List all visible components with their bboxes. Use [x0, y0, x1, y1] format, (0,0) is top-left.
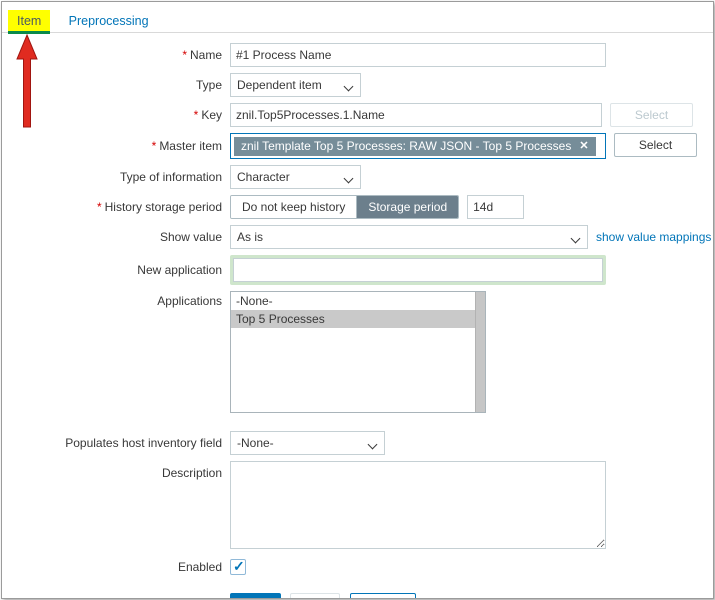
type-label: Type: [2, 73, 230, 97]
item-configuration-page: Item Preprocessing *Name Type Dependent …: [1, 1, 714, 599]
row-show-value: Show value As is show value mappings: [2, 225, 713, 249]
do-not-keep-history-option[interactable]: Do not keep history: [231, 196, 357, 218]
listbox-scrollbar[interactable]: [475, 292, 485, 412]
master-item-chip: znil Template Top 5 Processes: RAW JSON …: [234, 137, 596, 156]
type-of-information-select[interactable]: Character: [230, 165, 361, 189]
chevron-down-icon: [369, 441, 377, 449]
history-storage-period-label: *History storage period: [2, 195, 230, 219]
chevron-down-icon: [345, 175, 353, 183]
enabled-label: Enabled: [2, 555, 230, 579]
row-type-of-information: Type of information Character: [2, 165, 713, 189]
required-asterisk: *: [182, 48, 187, 62]
required-asterisk: *: [152, 139, 157, 153]
show-value-select[interactable]: As is: [230, 225, 588, 249]
enabled-checkbox[interactable]: [230, 559, 246, 575]
row-history-storage-period: *History storage period Do not keep hist…: [2, 195, 713, 219]
inventory-value: -None-: [237, 436, 274, 450]
show-value-mappings-link[interactable]: show value mappings: [596, 225, 711, 249]
key-label: *Key: [2, 103, 230, 127]
tab-bar: Item Preprocessing: [2, 2, 713, 33]
row-inventory: Populates host inventory field -None-: [2, 431, 713, 455]
row-enabled: Enabled: [2, 555, 713, 579]
tab-preprocessing[interactable]: Preprocessing: [60, 10, 158, 31]
required-asterisk: *: [97, 200, 102, 214]
key-select-button: Select: [610, 103, 693, 127]
row-applications: Applications -None- Top 5 Processes: [2, 291, 713, 413]
test-button: Test: [290, 593, 340, 599]
type-select[interactable]: Dependent item: [230, 73, 361, 97]
new-application-highlight: [230, 255, 606, 285]
inventory-label: Populates host inventory field: [2, 431, 230, 455]
key-input[interactable]: [230, 103, 602, 127]
master-item-label: *Master item: [2, 133, 230, 159]
item-form: *Name Type Dependent item *Key Select: [2, 33, 713, 599]
type-of-information-label: Type of information: [2, 165, 230, 189]
show-value-value: As is: [237, 230, 263, 244]
type-select-value: Dependent item: [237, 78, 322, 92]
description-label: Description: [2, 461, 230, 485]
new-application-label: New application: [2, 255, 230, 285]
row-description: Description: [2, 461, 713, 549]
history-period-input[interactable]: [467, 195, 524, 219]
applications-label: Applications: [2, 291, 230, 309]
show-value-label: Show value: [2, 225, 230, 249]
row-name: *Name: [2, 43, 713, 67]
row-master-item: *Master item znil Template Top 5 Process…: [2, 133, 713, 159]
tab-item[interactable]: Item: [8, 10, 50, 34]
row-key: *Key Select: [2, 103, 713, 127]
master-item-chip-label: znil Template Top 5 Processes: RAW JSON …: [241, 139, 571, 153]
description-textarea[interactable]: [230, 461, 606, 549]
chevron-down-icon: [572, 235, 580, 243]
remove-chip-icon[interactable]: ✕: [579, 139, 588, 152]
row-new-application: New application: [2, 255, 713, 285]
type-of-information-value: Character: [237, 170, 290, 184]
applications-option-none[interactable]: -None-: [231, 292, 485, 310]
name-label: *Name: [2, 43, 230, 67]
new-application-input[interactable]: [233, 258, 603, 282]
add-button[interactable]: Add: [230, 593, 281, 599]
master-item-multiselect[interactable]: znil Template Top 5 Processes: RAW JSON …: [230, 133, 606, 159]
chevron-down-icon: [345, 83, 353, 91]
history-mode-toggle: Do not keep history Storage period: [230, 195, 459, 219]
row-type: Type Dependent item: [2, 73, 713, 97]
footer-actions: Add Test Cancel: [2, 593, 713, 599]
master-item-select-button[interactable]: Select: [614, 133, 697, 157]
storage-period-option[interactable]: Storage period: [357, 196, 458, 218]
applications-option-top5[interactable]: Top 5 Processes: [231, 310, 485, 328]
required-asterisk: *: [194, 108, 199, 122]
inventory-select[interactable]: -None-: [230, 431, 385, 455]
name-input[interactable]: [230, 43, 606, 67]
cancel-button[interactable]: Cancel: [350, 593, 415, 599]
applications-listbox[interactable]: -None- Top 5 Processes: [230, 291, 486, 413]
